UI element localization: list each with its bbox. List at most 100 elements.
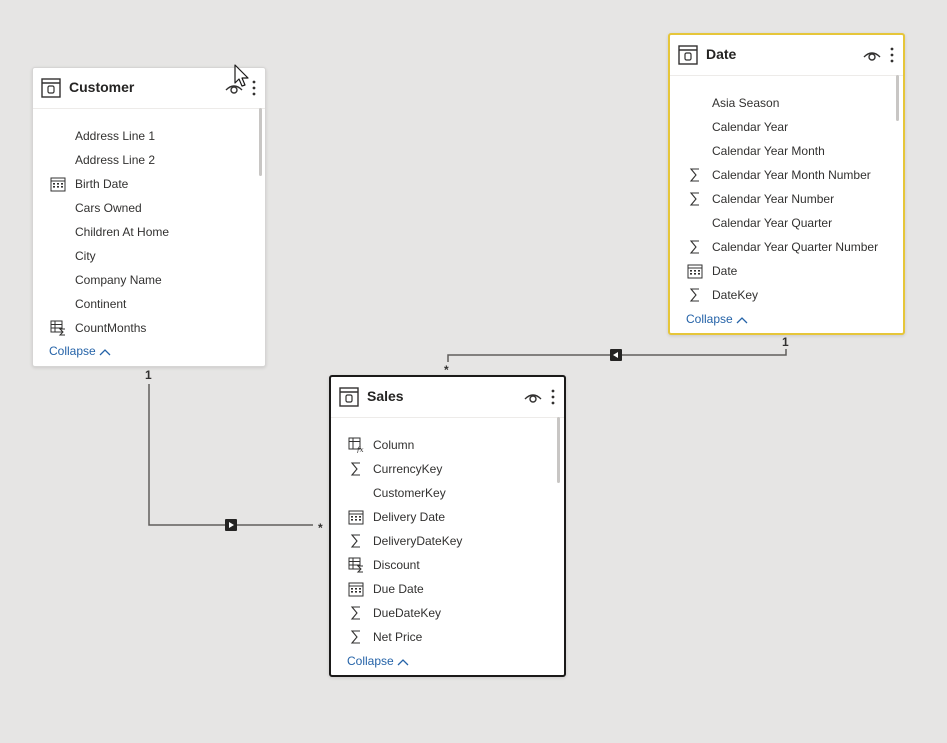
sigma-icon: [687, 167, 703, 183]
customer-sales-one-label: 1: [145, 368, 152, 382]
customer-sales-filter-direction-icon[interactable]: [225, 519, 237, 531]
field-name: Birth Date: [75, 177, 129, 191]
sales-table-card[interactable]: Sales fx Column CurrencyKey CustomerKey Deli…: [329, 375, 566, 677]
collapse-label: Collapse: [347, 654, 394, 668]
field-row[interactable]: Asia Season: [670, 91, 900, 115]
field-name: Address Line 2: [75, 153, 156, 167]
field-name: Children At Home: [75, 225, 170, 239]
field-name: Cars Owned: [75, 201, 142, 215]
field-row[interactable]: Children At Home: [33, 220, 263, 244]
field-row[interactable]: Net Price: [331, 625, 561, 649]
field-row[interactable]: City: [33, 244, 263, 268]
field-name: Due Date: [373, 582, 424, 596]
field-row[interactable]: CountMonths: [33, 316, 263, 340]
field-name: DeliveryDateKey: [373, 534, 463, 548]
field-row[interactable]: CustomerKey: [331, 481, 561, 505]
field-row[interactable]: fx Column: [331, 433, 561, 457]
customer-scrollbar-thumb[interactable]: [259, 108, 262, 176]
field-row[interactable]: Cars Owned: [33, 196, 263, 220]
field-name: Net Price: [373, 630, 423, 644]
field-row[interactable]: Delivery Date: [331, 505, 561, 529]
customer-collapse-button[interactable]: Collapse: [49, 344, 111, 358]
sigma-icon: [687, 191, 703, 207]
field-name: CustomerKey: [373, 486, 446, 500]
sales-table-header[interactable]: Sales: [331, 377, 564, 418]
customer-sales-many-label: *: [318, 521, 323, 535]
field-name: DueDateKey: [373, 606, 442, 620]
field-row[interactable]: Calendar Year Quarter Number: [670, 235, 900, 259]
date-collapse-button[interactable]: Collapse: [686, 312, 748, 326]
field-row[interactable]: Calendar Year: [670, 115, 900, 139]
field-row[interactable]: Calendar Year Month: [670, 139, 900, 163]
sales-table-title: Sales: [367, 388, 404, 404]
calendar-icon: [50, 176, 66, 192]
table-icon: [339, 387, 359, 407]
date-sales-filter-direction-icon[interactable]: [610, 349, 622, 361]
field-name: Delivery Date: [373, 510, 446, 524]
field-name: CountMonths: [75, 321, 147, 335]
field-row[interactable]: Birth Date: [33, 172, 263, 196]
more-options-icon[interactable]: [251, 80, 257, 96]
field-name: Address Line 1: [75, 129, 156, 143]
field-name: Calendar Year: [712, 120, 789, 134]
field-name: Calendar Year Quarter Number: [712, 240, 879, 254]
collapse-label: Collapse: [686, 312, 733, 326]
sales-collapse-button[interactable]: Collapse: [347, 654, 409, 668]
field-row[interactable]: Address Line 1: [33, 124, 263, 148]
mouse-cursor-icon: [234, 64, 249, 87]
field-name: Calendar Year Quarter: [712, 216, 833, 230]
customer-sales-relationship-line[interactable]: [148, 384, 313, 526]
sales-scrollbar-thumb[interactable]: [557, 417, 560, 483]
customer-table-card[interactable]: Customer Address Line 1 Address Line 2 Bir…: [32, 67, 266, 367]
field-row[interactable]: Calendar Year Month Number: [670, 163, 900, 187]
customer-table-title: Customer: [69, 79, 135, 95]
customer-table-header[interactable]: Customer: [33, 68, 265, 109]
field-row[interactable]: Continent: [33, 292, 263, 316]
chevron-up-icon: [397, 658, 409, 666]
more-options-icon[interactable]: [889, 47, 895, 63]
field-row[interactable]: DeliveryDateKey: [331, 529, 561, 553]
calendar-icon: [348, 581, 364, 597]
field-name: DateKey: [712, 288, 759, 302]
field-name: Calendar Year Number: [712, 192, 835, 206]
field-name: Asia Season: [712, 96, 780, 110]
field-row[interactable]: DateKey: [670, 283, 900, 307]
field-name: Company Name: [75, 273, 162, 287]
field-row[interactable]: Date: [670, 259, 900, 283]
date-scrollbar-thumb[interactable]: [896, 75, 899, 121]
model-canvas[interactable]: 1 * 1 * Customer Address Line 1 Address L…: [0, 0, 947, 743]
date-table-card[interactable]: Date Asia Season Calendar Year Calendar Ye…: [668, 33, 905, 335]
sigma-icon: [348, 533, 364, 549]
visibility-eye-icon[interactable]: [524, 391, 542, 405]
field-row[interactable]: CurrencyKey: [331, 457, 561, 481]
field-row[interactable]: Calendar Year Number: [670, 187, 900, 211]
collapse-label: Collapse: [49, 344, 96, 358]
date-table-title: Date: [706, 46, 737, 62]
more-options-icon[interactable]: [550, 389, 556, 405]
field-name: Discount: [373, 558, 420, 572]
field-row[interactable]: Company Name: [33, 268, 263, 292]
chevron-up-icon: [99, 348, 111, 356]
field-name: Continent: [75, 297, 127, 311]
field-row[interactable]: Address Line 2: [33, 148, 263, 172]
visibility-eye-icon[interactable]: [863, 49, 881, 63]
table-icon: [41, 78, 61, 98]
chevron-up-icon: [736, 316, 748, 324]
date-sales-one-label: 1: [782, 335, 789, 349]
sigma-icon: [348, 461, 364, 477]
field-row[interactable]: Due Date: [331, 577, 561, 601]
calculated-column-icon: fx: [348, 437, 364, 454]
sigma-icon: [348, 605, 364, 621]
field-row[interactable]: Calendar Year Quarter: [670, 211, 900, 235]
field-name: City: [75, 249, 96, 263]
measure-icon: [50, 320, 66, 336]
field-name: Column: [373, 438, 415, 452]
field-name: Calendar Year Month: [712, 144, 825, 158]
sigma-icon: [687, 287, 703, 303]
date-table-header[interactable]: Date: [670, 35, 903, 76]
field-name: Date: [712, 264, 738, 278]
field-row[interactable]: Discount: [331, 553, 561, 577]
measure-icon: [348, 557, 364, 573]
field-row[interactable]: DueDateKey: [331, 601, 561, 625]
calendar-icon: [687, 263, 703, 279]
